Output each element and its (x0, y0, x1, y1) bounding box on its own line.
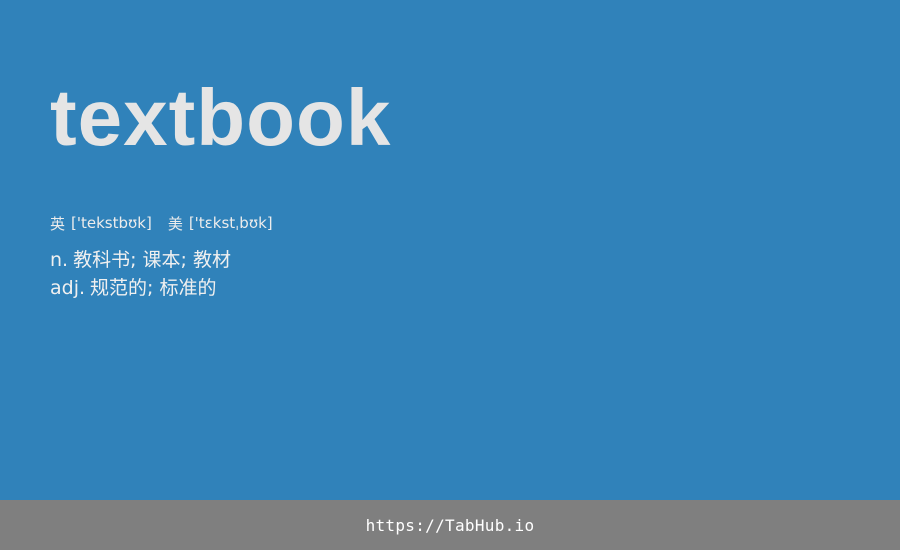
phonetic-uk-ipa: ['tekstbʊk] (71, 214, 152, 232)
tabhub-link[interactable]: https://TabHub.io (366, 516, 535, 535)
phonetics-row: 英 ['tekstbʊk] 美 ['tɛkstˌbʊk] (50, 212, 273, 234)
phonetic-uk: 英 ['tekstbʊk] (50, 213, 152, 234)
definition-noun-pos: n. (50, 249, 69, 271)
phonetic-us-ipa: ['tɛkstˌbʊk] (188, 214, 273, 232)
phonetic-us-region: 美 (167, 214, 183, 233)
definition-adjective: adj. 规范的; 标准的 (50, 274, 231, 302)
footer-bar: https://TabHub.io (0, 500, 900, 550)
definition-adjective-pos: adj. (50, 277, 86, 299)
phonetic-uk-region: 英 (50, 214, 66, 233)
phonetic-us: 美 ['tɛkstˌbʊk] (168, 213, 273, 234)
definition-noun-meaning: 教科书; 课本; 教材 (73, 249, 231, 271)
definitions-list: n. 教科书; 课本; 教材 adj. 规范的; 标准的 (50, 246, 231, 302)
headword: textbook (50, 73, 392, 162)
definition-noun: n. 教科书; 课本; 教材 (50, 246, 231, 274)
definition-adjective-meaning: 规范的; 标准的 (90, 277, 217, 299)
word-card: textbook 英 ['tekstbʊk] 美 ['tɛkstˌbʊk] n.… (0, 0, 900, 500)
